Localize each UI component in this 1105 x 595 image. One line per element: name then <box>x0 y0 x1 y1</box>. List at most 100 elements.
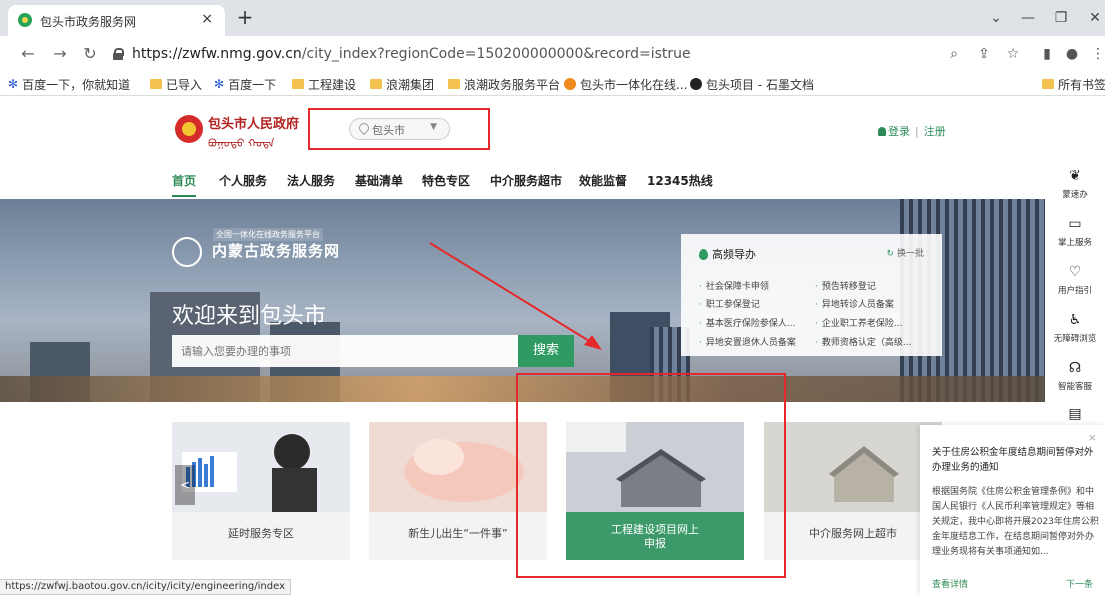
auth-separator: | <box>915 125 919 138</box>
lock-icon[interactable] <box>113 48 124 60</box>
bookmark-star-icon[interactable]: ☆ <box>1003 44 1023 64</box>
folder-icon <box>370 79 382 89</box>
status-link-preview: https://zwfwj.baotou.gov.cn/icity/icity/… <box>0 579 291 595</box>
nav-legal-entity-services[interactable]: 法人服务 <box>287 172 335 189</box>
tablet-icon: ▭ <box>1068 216 1082 232</box>
call-center-photo <box>172 422 350 512</box>
chat-bot-icon: ☊ <box>1068 360 1082 376</box>
frequent-service-link[interactable]: 异地转诊人员备案 <box>815 297 894 310</box>
frequent-service-link[interactable]: 教师资格认定（高级... <box>815 335 912 348</box>
notice-body: 根据国务院《住房公积金管理条例》和中国人民银行《人民币利率管理规定》等相关规定，… <box>932 487 1099 557</box>
card-label: 延时服务专区 <box>228 527 294 540</box>
back-icon[interactable]: ← <box>18 44 38 64</box>
bookmark-baotou-online[interactable]: 包头市一体化在线... <box>564 76 687 92</box>
frequent-service-link[interactable]: 企业职工养老保险... <box>815 316 903 329</box>
frequent-service-link[interactable]: 异地安置退休人员备案 <box>699 335 796 348</box>
minimize-button[interactable]: — <box>1013 6 1043 30</box>
site-logo-name[interactable]: 包头市人民政府 <box>208 113 299 132</box>
notice-view-details-link[interactable]: 查看详情 <box>932 577 968 590</box>
share-icon[interactable]: ⇪ <box>974 44 994 64</box>
reload-icon[interactable]: ↻ <box>80 44 100 64</box>
location-pin-icon <box>359 123 367 134</box>
city-road <box>0 376 1045 402</box>
nav-special-zone[interactable]: 特色专区 <box>422 172 470 189</box>
nav-active-underline <box>172 195 196 197</box>
side-panel-icon[interactable]: ▮ <box>1037 44 1057 64</box>
heart-guide-icon: ♡ <box>1068 264 1082 280</box>
refresh-batch-button[interactable]: ↻ 换一批 <box>886 246 924 259</box>
nav-intermediary-market[interactable]: 中介服务超市 <box>490 172 562 189</box>
search-button[interactable]: 搜索 <box>518 335 574 367</box>
frequent-service-link[interactable]: 社会保障卡申领 <box>699 279 769 292</box>
shimo-logo-icon <box>690 78 702 90</box>
url-path: /city_index?regionCode=150200000000&reco… <box>301 46 691 62</box>
site-favicon-icon <box>18 13 32 27</box>
bookmark-baidu[interactable]: ✻ 百度一下，你就知道 <box>8 76 130 92</box>
bookmark-all-folder[interactable]: 所有书签 <box>1042 76 1105 92</box>
nav-home[interactable]: 首页 <box>172 172 196 189</box>
forward-icon[interactable]: → <box>50 44 70 64</box>
frequent-service-link[interactable]: 预告转移登记 <box>815 279 876 292</box>
side-tool-mengsuban[interactable]: ❦ 蒙速办 <box>1045 168 1105 200</box>
folder-icon <box>292 79 304 89</box>
refresh-icon: ↻ <box>886 249 894 259</box>
frequent-services-header: 高频导办 <box>699 246 756 262</box>
profile-avatar-icon[interactable]: ● <box>1062 44 1082 64</box>
frequent-services-title: 高频导办 <box>712 248 756 261</box>
carousel-prev-button[interactable]: < <box>175 465 195 505</box>
baidu-paw-icon: ✻ <box>8 77 19 91</box>
government-emblem-icon <box>175 115 203 143</box>
side-tool-ai-service[interactable]: ☊ 智能客服 <box>1045 360 1105 392</box>
side-tool-document[interactable]: ▤ <box>1045 406 1105 426</box>
bookmark-shimo-doc[interactable]: 包头项目 - 石墨文档 <box>690 76 814 92</box>
tab-search-chevron-icon[interactable]: ⌄ <box>981 6 1011 30</box>
nav-basic-list[interactable]: 基础清单 <box>355 172 403 189</box>
close-window-button[interactable]: ✕ <box>1080 6 1105 30</box>
document-search-icon: ▤ <box>1068 406 1082 422</box>
tab-close-icon[interactable]: × <box>201 11 213 27</box>
login-link[interactable]: 登录 <box>888 125 910 138</box>
card-intermediary-market[interactable]: 中介服务网上超市 <box>764 422 942 560</box>
newborn-photo <box>369 422 547 512</box>
zoom-search-icon[interactable]: ⌕ <box>944 44 964 64</box>
notice-popup: × 关于住房公积金年度结息期间暂停对外办理业务的通知 根据国务院《住房公积金管理… <box>920 425 1105 595</box>
browser-tab[interactable]: 包头市政务服务网 × <box>8 5 225 36</box>
user-icon <box>878 127 886 136</box>
bookmark-engineering-folder[interactable]: 工程建设 <box>292 76 356 92</box>
restore-button[interactable]: ❐ <box>1046 6 1076 30</box>
caret-down-icon: ▼ <box>430 122 437 132</box>
hero-brand: 内蒙古政务服务网 <box>212 242 341 260</box>
nav-personal-services[interactable]: 个人服务 <box>219 172 267 189</box>
bookmark-inspur-gov-folder[interactable]: 浪潮政务服务平台 <box>448 76 560 92</box>
register-link[interactable]: 注册 <box>924 125 946 138</box>
notice-close-icon[interactable]: × <box>1088 431 1097 444</box>
notice-title[interactable]: 关于住房公积金年度结息期间暂停对外办理业务的通知 <box>932 445 1097 475</box>
nav-12345-hotline[interactable]: 12345热线 <box>647 172 713 189</box>
bookmark-inspur-folder[interactable]: 浪潮集团 <box>370 76 434 92</box>
frequent-service-link[interactable]: 基本医疗保险参保人... <box>699 316 796 329</box>
mongolian-script-logo: ᠪᠣᠭᠣᠲᠣ ᠬᠣᠲᠠ <box>208 137 275 150</box>
new-tab-button[interactable]: + <box>233 6 257 30</box>
browser-logo-icon <box>564 78 576 90</box>
bookmark-baidu-2[interactable]: ✻ 百度一下 <box>214 76 276 92</box>
nav-efficiency-supervision[interactable]: 效能监督 <box>579 172 627 189</box>
search-input[interactable] <box>172 335 518 367</box>
card-newborn[interactable]: 新生儿出生“一件事” <box>369 422 547 560</box>
card-extended-hours[interactable]: 延时服务专区 <box>172 422 350 560</box>
bookmark-imported-folder[interactable]: 已导入 <box>150 76 202 92</box>
notice-next-link[interactable]: 下一条 <box>1066 577 1093 590</box>
frequent-service-link[interactable]: 职工参保登记 <box>699 297 760 310</box>
url-field[interactable]: https://zwfw.nmg.gov.cn/city_index?regio… <box>132 46 691 62</box>
frequent-services-panel: 高频导办 ↻换一批 社会保障卡申领 预告转移登记 职工参保登记 异地转诊人员备案… <box>681 234 942 356</box>
tab-title: 包头市政务服务网 <box>40 15 137 29</box>
city-selector[interactable]: 包头市 ▼ <box>349 118 450 140</box>
side-tool-guide[interactable]: ♡ 用户指引 <box>1045 264 1105 296</box>
baidu-paw-icon: ✻ <box>214 77 225 91</box>
address-bar: ← → ↻ https://zwfw.nmg.gov.cn/city_index… <box>0 36 1105 72</box>
side-tool-accessibility[interactable]: ♿ 无障碍浏览 <box>1045 312 1105 344</box>
side-toolbar: ❦ 蒙速办 ▭ 掌上服务 ♡ 用户指引 ♿ 无障碍浏览 ☊ 智能客服 ▤ <box>1045 160 1105 425</box>
card-engineering-project[interactable]: 工程建设项目网上申报 <box>566 422 744 560</box>
menu-kebab-icon[interactable]: ⋮ <box>1088 44 1105 64</box>
bird-icon: ❦ <box>1069 168 1081 184</box>
side-tool-mobile[interactable]: ▭ 掌上服务 <box>1045 216 1105 248</box>
